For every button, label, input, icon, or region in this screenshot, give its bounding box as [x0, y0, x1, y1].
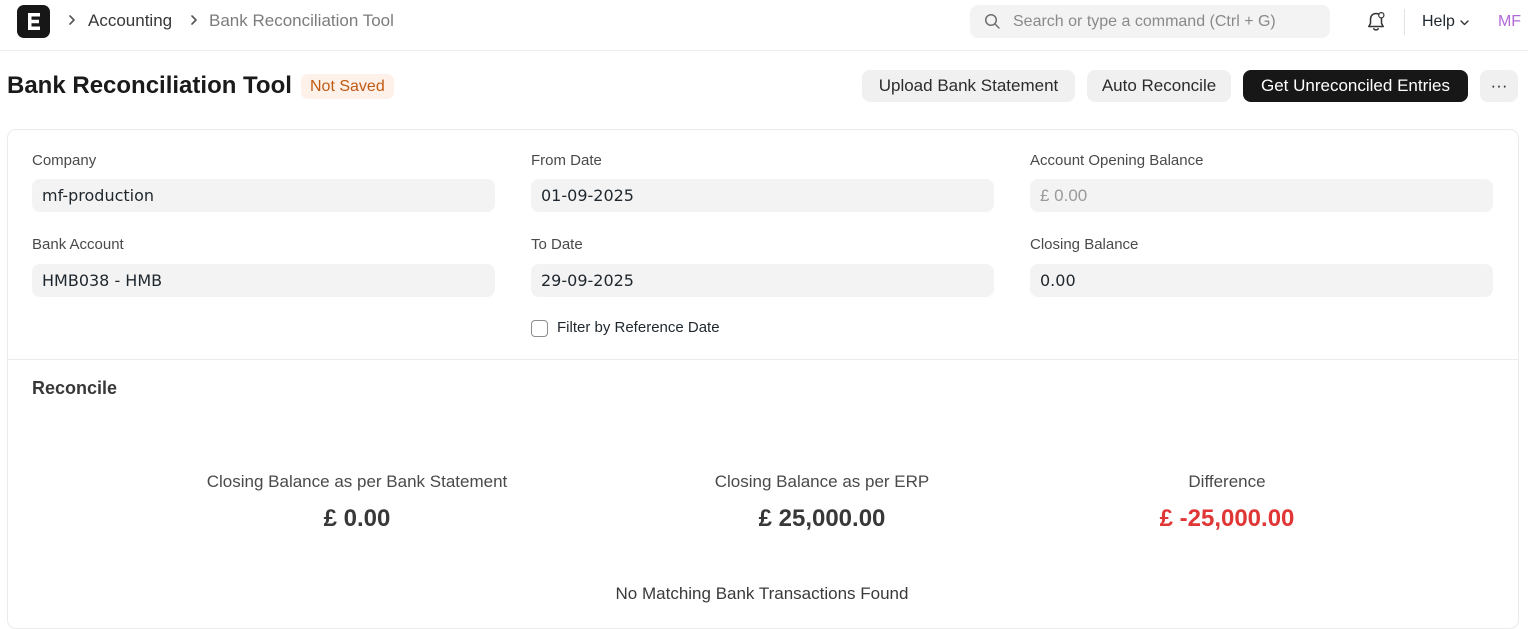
bell-icon[interactable] [1366, 11, 1386, 33]
bank-account-field[interactable]: HMB038 - HMB [32, 264, 495, 297]
help-dropdown[interactable]: Help [1422, 12, 1470, 32]
from-date-field[interactable]: 01-09-2025 [531, 179, 994, 212]
get-unreconciled-entries-button[interactable]: Get Unreconciled Entries [1243, 70, 1468, 102]
status-badge: Not Saved [301, 74, 394, 99]
erp-balance-value: £ 25,000.00 [758, 505, 886, 532]
chevron-down-icon [1460, 19, 1469, 25]
closing-balance-label: Closing Balance [1030, 236, 1139, 253]
search-icon [984, 13, 1000, 29]
company-label: Company [32, 152, 97, 169]
filter-by-reference-date-checkbox[interactable] [531, 320, 548, 337]
difference-label: Difference [1188, 472, 1266, 491]
reconcile-section-title: Reconcile [32, 378, 118, 398]
navbar-divider [1404, 9, 1405, 35]
bank-account-label: Bank Account [32, 236, 124, 253]
account-opening-balance-field: £ 0.00 [1030, 179, 1493, 212]
empty-state-message: No Matching Bank Transactions Found [615, 584, 909, 603]
closing-balance-field[interactable]: 0.00 [1030, 264, 1493, 297]
chevron-right-icon [69, 15, 75, 25]
section-divider [8, 359, 1518, 360]
logo-e-glyph [27, 13, 40, 30]
filter-by-reference-date-label[interactable]: Filter by Reference Date [557, 319, 720, 337]
breadcrumb-accounting[interactable]: Accounting [88, 11, 172, 31]
bank-statement-balance-value: £ 0.00 [323, 505, 391, 532]
difference-value: £ -25,000.00 [1159, 505, 1295, 532]
auto-reconcile-button[interactable]: Auto Reconcile [1087, 70, 1231, 102]
more-actions-button[interactable]: ··· [1480, 70, 1518, 102]
avatar[interactable]: MF [1493, 5, 1526, 38]
chevron-right-icon [191, 15, 197, 25]
erp-balance-label: Closing Balance as per ERP [714, 472, 930, 491]
help-label: Help [1422, 13, 1455, 30]
search-bar[interactable]: Search or type a command (Ctrl + G) [970, 5, 1330, 38]
account-opening-balance-label: Account Opening Balance [1030, 152, 1204, 169]
to-date-field[interactable]: 29-09-2025 [531, 264, 994, 297]
top-navbar: Accounting Bank Reconciliation Tool Sear… [0, 0, 1528, 51]
app-logo-icon[interactable] [17, 5, 50, 38]
search-placeholder: Search or type a command (Ctrl + G) [1013, 13, 1276, 30]
breadcrumb-bank-reconciliation-tool[interactable]: Bank Reconciliation Tool [209, 11, 394, 31]
page-title: Bank Reconciliation Tool [7, 72, 292, 99]
company-field[interactable]: mf-production [32, 179, 495, 212]
upload-bank-statement-button[interactable]: Upload Bank Statement [862, 70, 1075, 102]
from-date-label: From Date [531, 152, 602, 169]
to-date-label: To Date [531, 236, 583, 253]
bank-statement-balance-label: Closing Balance as per Bank Statement [206, 472, 508, 491]
